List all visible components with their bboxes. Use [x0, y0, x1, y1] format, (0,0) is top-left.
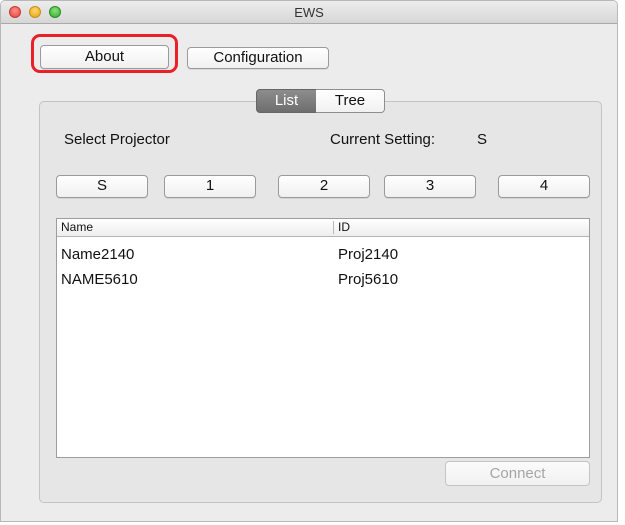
projector-button-4[interactable]: 4	[498, 175, 590, 198]
tab-list[interactable]: List	[256, 89, 317, 113]
current-setting-value: S	[477, 131, 488, 148]
tab-tree[interactable]: Tree	[316, 89, 385, 113]
about-button[interactable]: About	[40, 45, 169, 69]
window-title: EWS	[294, 5, 324, 20]
projector-button-2[interactable]: 2	[278, 175, 370, 198]
row-name-cell: Name2140	[61, 246, 135, 263]
title-bar: EWS	[1, 1, 617, 24]
row-id-cell: Proj2140	[338, 246, 399, 263]
ews-window: EWS About Configuration List Tree Select…	[0, 0, 618, 522]
table-header: Name ID	[57, 219, 589, 237]
configuration-button[interactable]: Configuration	[187, 47, 329, 69]
projector-button-s[interactable]: S	[56, 175, 148, 198]
projector-button-3[interactable]: 3	[384, 175, 476, 198]
row-name-cell: NAME5610	[61, 271, 138, 288]
projector-table: Name ID Name2140 Proj2140 NAME5610 Proj5…	[56, 218, 590, 458]
connect-button[interactable]: Connect	[445, 461, 590, 486]
column-divider	[333, 221, 334, 234]
column-header-name[interactable]: Name	[61, 220, 93, 234]
current-setting-label: Current Setting:	[330, 131, 436, 148]
select-projector-label: Select Projector	[64, 131, 170, 148]
projector-button-1[interactable]: 1	[164, 175, 256, 198]
column-header-id[interactable]: ID	[338, 220, 350, 234]
row-id-cell: Proj5610	[338, 271, 399, 288]
